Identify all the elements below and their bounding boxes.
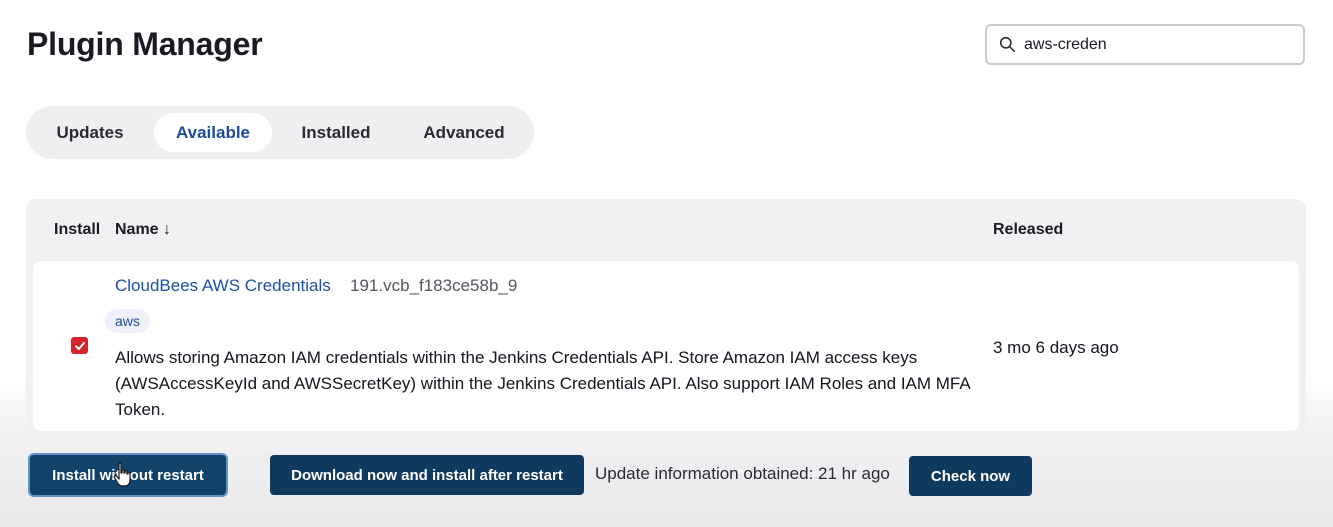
plugin-description: Allows storing Amazon IAM credentials wi… — [115, 348, 970, 419]
column-header-install[interactable]: Install — [54, 221, 100, 239]
hand-cursor-icon — [113, 462, 131, 487]
plugin-tag[interactable]: aws — [105, 309, 150, 333]
table-row: CloudBees AWS Credentials 191.vcb_f183ce… — [33, 261, 1299, 431]
plugin-released: 3 mo 6 days ago — [993, 338, 1119, 357]
tab-bar: Updates Available Installed Advanced — [26, 106, 534, 159]
plugin-name-link[interactable]: CloudBees AWS Credentials — [115, 276, 331, 296]
check-now-button[interactable]: Check now — [909, 456, 1032, 496]
plugin-version: 191.vcb_f183ce58b_9 — [350, 276, 518, 295]
search-input[interactable] — [1024, 35, 1284, 54]
update-info-text: Update information obtained: 21 hr ago — [595, 464, 890, 483]
download-install-after-restart-button[interactable]: Download now and install after restart — [270, 455, 584, 495]
search-icon — [999, 36, 1016, 53]
column-header-released[interactable]: Released — [993, 221, 1063, 239]
search-box[interactable] — [985, 24, 1305, 65]
page-title: Plugin Manager — [27, 26, 263, 62]
tab-updates[interactable]: Updates — [44, 113, 136, 152]
checkmark-icon — [74, 341, 85, 350]
tab-advanced[interactable]: Advanced — [408, 113, 520, 152]
column-header-name[interactable]: Name ↓ — [115, 221, 171, 239]
tab-installed[interactable]: Installed — [290, 113, 382, 152]
install-checkbox[interactable] — [71, 337, 88, 354]
tab-available[interactable]: Available — [154, 113, 272, 152]
plugin-table: Install Name ↓ Released CloudBees AWS Cr… — [26, 199, 1306, 438]
